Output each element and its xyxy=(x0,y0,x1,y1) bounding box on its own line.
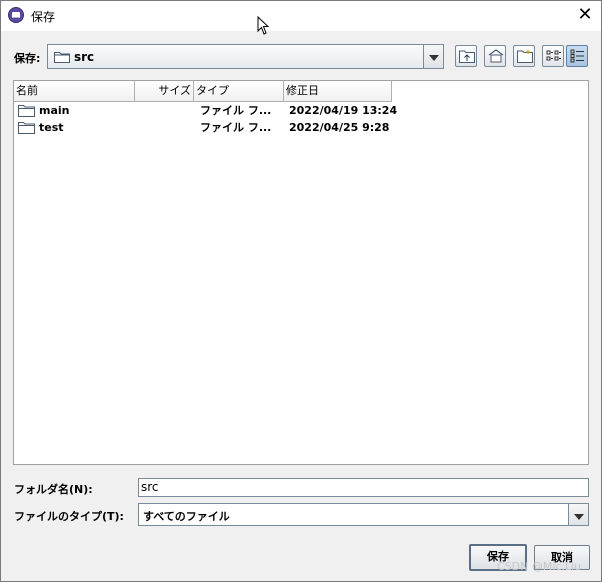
details-view-icon xyxy=(570,49,584,63)
file-type-combo[interactable]: すべてのファイル xyxy=(138,503,589,526)
save-in-label: 保存: xyxy=(14,52,41,65)
new-folder-button[interactable] xyxy=(513,45,535,67)
window-title: 保存 xyxy=(31,10,56,24)
file-name: test xyxy=(39,121,64,134)
file-list-pane[interactable]: 名前 サイズ タイプ 修正日 main ファイル フ... 2022/04/19… xyxy=(13,80,589,465)
file-modified: 2022/04/19 13:24 xyxy=(289,104,398,117)
folder-name-input[interactable]: src xyxy=(138,478,589,497)
up-one-level-button[interactable] xyxy=(455,45,477,67)
file-type: ファイル フ... xyxy=(200,104,272,117)
file-type-label: ファイルのタイプ(T): xyxy=(14,510,124,523)
title-bar[interactable] xyxy=(1,1,601,31)
list-view-button[interactable] xyxy=(542,45,564,67)
table-row[interactable]: test ファイル フ... 2022/04/25 9:28 xyxy=(14,119,394,136)
column-header-size[interactable]: サイズ xyxy=(135,81,194,102)
folder-icon xyxy=(18,105,35,117)
save-in-combo[interactable]: src xyxy=(47,44,444,69)
up-folder-icon xyxy=(459,50,475,63)
new-folder-icon xyxy=(517,50,533,63)
column-header-type[interactable]: タイプ xyxy=(194,81,284,102)
list-view-icon xyxy=(546,50,561,61)
file-type: ファイル フ... xyxy=(200,121,272,134)
details-view-button[interactable] xyxy=(566,45,588,67)
file-modified: 2022/04/25 9:28 xyxy=(289,121,390,134)
home-icon xyxy=(488,49,504,63)
home-button[interactable] xyxy=(484,45,506,67)
column-header-modified[interactable]: 修正日 xyxy=(284,81,392,102)
folder-icon xyxy=(18,122,35,134)
chevron-down-icon[interactable] xyxy=(423,45,443,68)
mouse-cursor-icon xyxy=(257,16,270,35)
folder-name-label: フォルダ名(N): xyxy=(14,483,93,496)
file-type-value: すべてのファイル xyxy=(143,510,230,523)
column-header-name[interactable]: 名前 xyxy=(14,81,135,102)
save-in-value: src xyxy=(74,50,95,64)
table-row[interactable]: main ファイル フ... 2022/04/19 13:24 xyxy=(14,102,398,119)
file-name: main xyxy=(39,104,70,117)
java-cup-icon xyxy=(8,7,24,23)
chevron-down-icon[interactable] xyxy=(568,504,588,525)
close-icon[interactable]: ✕ xyxy=(570,2,600,28)
folder-icon xyxy=(54,52,70,63)
watermark-text: CSDN @Mic.Liu xyxy=(497,560,582,573)
